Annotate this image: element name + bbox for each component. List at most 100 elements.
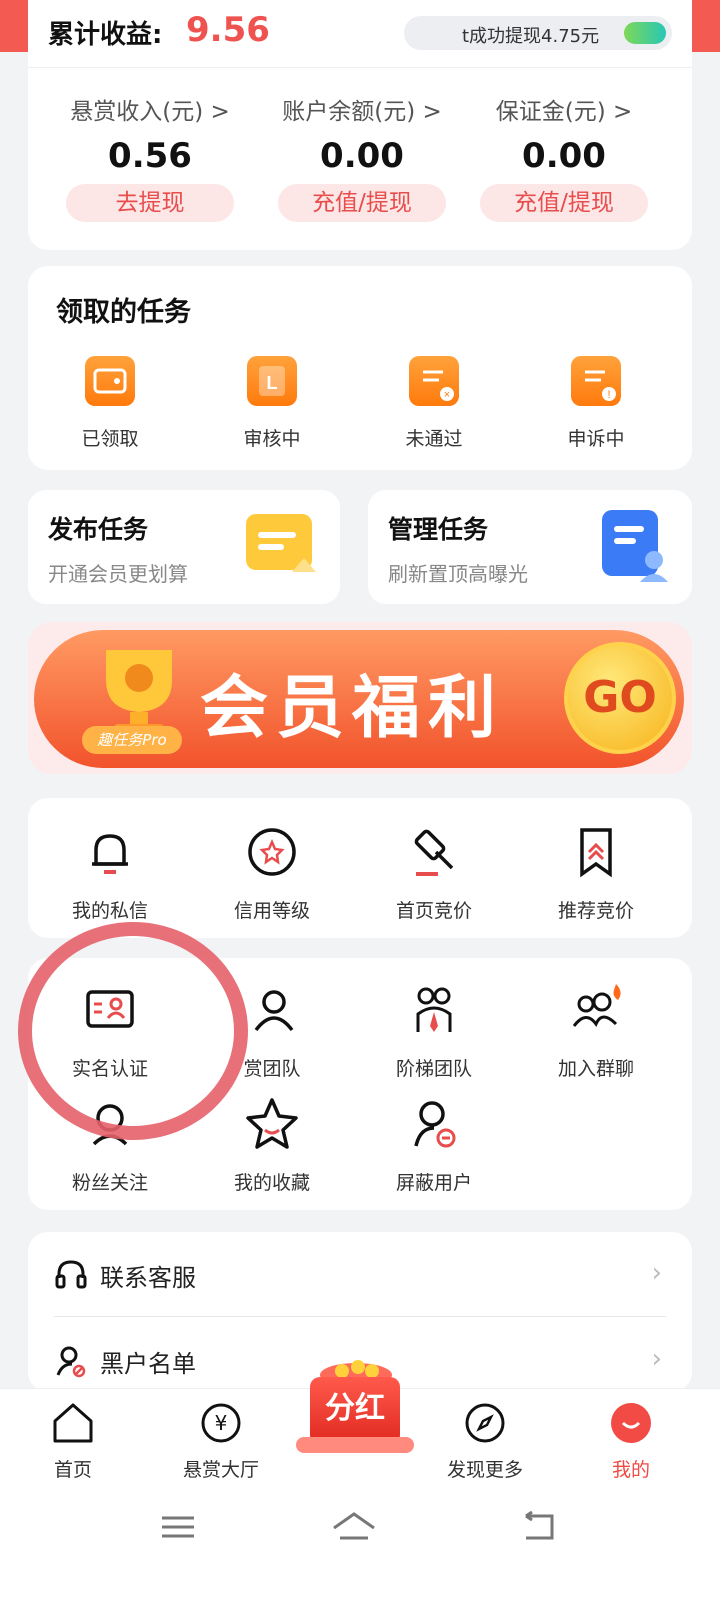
stat-label[interactable]: 保证金(元) > (464, 92, 664, 126)
system-home-icon[interactable] (330, 1510, 378, 1544)
deposit-recharge-button[interactable]: 充值/提现 (480, 184, 648, 222)
grid-label: 首页竞价 (395, 900, 472, 922)
earnings-card: 累计收益: 9.56 t成功提现4.75元 悬赏收入(元) > 0.56 去提现… (28, 0, 692, 250)
stat-deposit[interactable]: 保证金(元) > 0.00 充值/提现 (464, 92, 664, 222)
rejected-icon: × (409, 356, 459, 406)
manage-task-card[interactable]: 管理任务 刷新置顶高曝光 (368, 490, 692, 604)
bell-icon (92, 834, 128, 874)
home-icon (53, 1403, 93, 1443)
list-item-customer-service[interactable]: 联系客服 › (54, 1232, 666, 1316)
grid-label: 信用等级 (233, 900, 310, 922)
stat-value: 0.56 (108, 136, 192, 176)
chevron-right-icon: › (651, 1344, 662, 1374)
grid-item-recommend-bid[interactable]: 推荐竞价 (516, 822, 676, 923)
grid-label: 推荐竞价 (557, 900, 634, 922)
withdraw-button[interactable]: 去提现 (66, 184, 234, 222)
nav-label: 我的 (611, 1459, 650, 1481)
back-icon[interactable] (518, 1510, 558, 1544)
publish-task-card[interactable]: 发布任务 开通会员更划算 (28, 490, 340, 604)
member-benefits-banner[interactable]: 趣任务Pro 会员福利 GO (28, 622, 692, 774)
header-edge-right (692, 0, 720, 52)
total-earnings-label: 累计收益: (48, 20, 163, 50)
bookmark-icon (580, 828, 612, 878)
earnings-header: 累计收益: 9.56 t成功提现4.75元 (28, 0, 692, 68)
stat-reward-income[interactable]: 悬赏收入(元) > 0.56 去提现 (50, 92, 250, 222)
grid-label: 阶梯团队 (395, 1058, 472, 1080)
dividend-base (296, 1437, 414, 1453)
nav-label: 悬赏大厅 (182, 1459, 259, 1481)
pro-badge: 趣任务Pro (82, 726, 182, 754)
publish-task-title: 发布任务 (48, 515, 149, 544)
block-user-icon (414, 1101, 456, 1148)
ticker-text: t成功提现4.75元 (462, 26, 600, 47)
gavel-icon (414, 829, 454, 876)
wallet-icon (85, 356, 135, 406)
profile-icon (611, 1403, 651, 1443)
task-reviewing[interactable]: L 审核中 (192, 356, 352, 451)
nav-discover[interactable]: 发现更多 (430, 1401, 540, 1482)
nav-reward-hall[interactable]: ¥ 悬赏大厅 (166, 1401, 276, 1482)
group-chat-icon (572, 984, 621, 1028)
grid-item-messages[interactable]: 我的私信 (30, 822, 190, 923)
grid-item-credit[interactable]: 信用等级 (192, 822, 352, 923)
chevron-right-icon: › (651, 1258, 662, 1288)
svg-text:¥: ¥ (215, 1411, 228, 1435)
manage-doc-icon (602, 510, 668, 582)
received-tasks-card: 领取的任务 已领取 L 审核中 × 未通过 ! 申诉中 (28, 266, 692, 470)
grid-item-ladder-team[interactable]: 阶梯团队 (354, 980, 514, 1081)
recharge-withdraw-button[interactable]: 充值/提现 (278, 184, 446, 222)
star-badge-icon (248, 828, 296, 876)
publish-folder-icon (246, 514, 316, 572)
grid-item-home-bid[interactable]: 首页竞价 (354, 822, 514, 923)
withdraw-ticker: t成功提现4.75元 (404, 16, 672, 50)
grid-label: 我的私信 (71, 900, 148, 922)
grid-item-block-user[interactable]: 屏蔽用户 (354, 1094, 514, 1195)
svg-text:L: L (267, 373, 278, 393)
nav-home[interactable]: 首页 (18, 1401, 128, 1482)
appeal-icon: ! (571, 356, 621, 406)
publish-task-subtitle: 开通会员更划算 (48, 562, 188, 586)
total-earnings-value: 9.56 (186, 10, 270, 50)
task-label: 审核中 (243, 428, 301, 450)
ticker-toggle-icon (624, 22, 666, 44)
grid-item-favorites[interactable]: 我的收藏 (192, 1094, 352, 1195)
grid-label: 屏蔽用户 (395, 1172, 472, 1194)
nav-dividend[interactable]: 分红 (296, 1351, 414, 1459)
stat-value: 0.00 (320, 136, 404, 176)
hand-drawn-circle-annotation (18, 922, 248, 1140)
go-button[interactable]: GO (564, 642, 676, 754)
stat-label[interactable]: 账户余额(元) > (262, 92, 462, 126)
feature-grid-1: 我的私信 信用等级 首页竞价 推荐竞价 (28, 798, 692, 938)
divider (54, 1316, 666, 1317)
svg-text:×: × (444, 389, 450, 401)
grid-label: 加入群聊 (557, 1058, 634, 1080)
task-claimed[interactable]: 已领取 (30, 356, 190, 451)
svg-text:!: ! (607, 389, 610, 401)
menu-icon[interactable] (158, 1512, 198, 1542)
task-rejected[interactable]: × 未通过 (354, 356, 514, 451)
grid-label: 我的收藏 (233, 1172, 310, 1194)
banner-body[interactable]: 趣任务Pro 会员福利 GO (34, 630, 684, 768)
headset-icon (55, 1260, 87, 1289)
bottom-nav: 首页 ¥ 悬赏大厅 分红 发现更多 我的 (0, 1360, 720, 1488)
nav-mine[interactable]: 我的 (576, 1401, 686, 1482)
task-label: 已领取 (81, 428, 139, 450)
manage-task-subtitle: 刷新置顶高曝光 (388, 562, 528, 586)
trophy-icon (106, 650, 172, 734)
favorite-star-icon (246, 1098, 298, 1149)
stat-account-balance[interactable]: 账户余额(元) > 0.00 充值/提现 (262, 92, 462, 222)
nav-label: 首页 (53, 1459, 92, 1481)
yen-icon: ¥ (201, 1403, 241, 1443)
grid-label: 粉丝关注 (71, 1172, 148, 1194)
nav-label: 发现更多 (446, 1459, 523, 1481)
system-nav-bar (0, 1488, 720, 1600)
team-icon (416, 987, 452, 1032)
blacklist-icon (56, 1346, 86, 1378)
task-appeal[interactable]: ! 申诉中 (516, 356, 676, 451)
compass-icon (465, 1403, 505, 1443)
list-item-label: 联系客服 (100, 1264, 196, 1292)
grid-item-join-group[interactable]: 加入群聊 (516, 980, 676, 1081)
stat-label[interactable]: 悬赏收入(元) > (50, 92, 250, 126)
stat-value: 0.00 (522, 136, 606, 176)
list-item-label: 黑户名单 (100, 1350, 196, 1378)
